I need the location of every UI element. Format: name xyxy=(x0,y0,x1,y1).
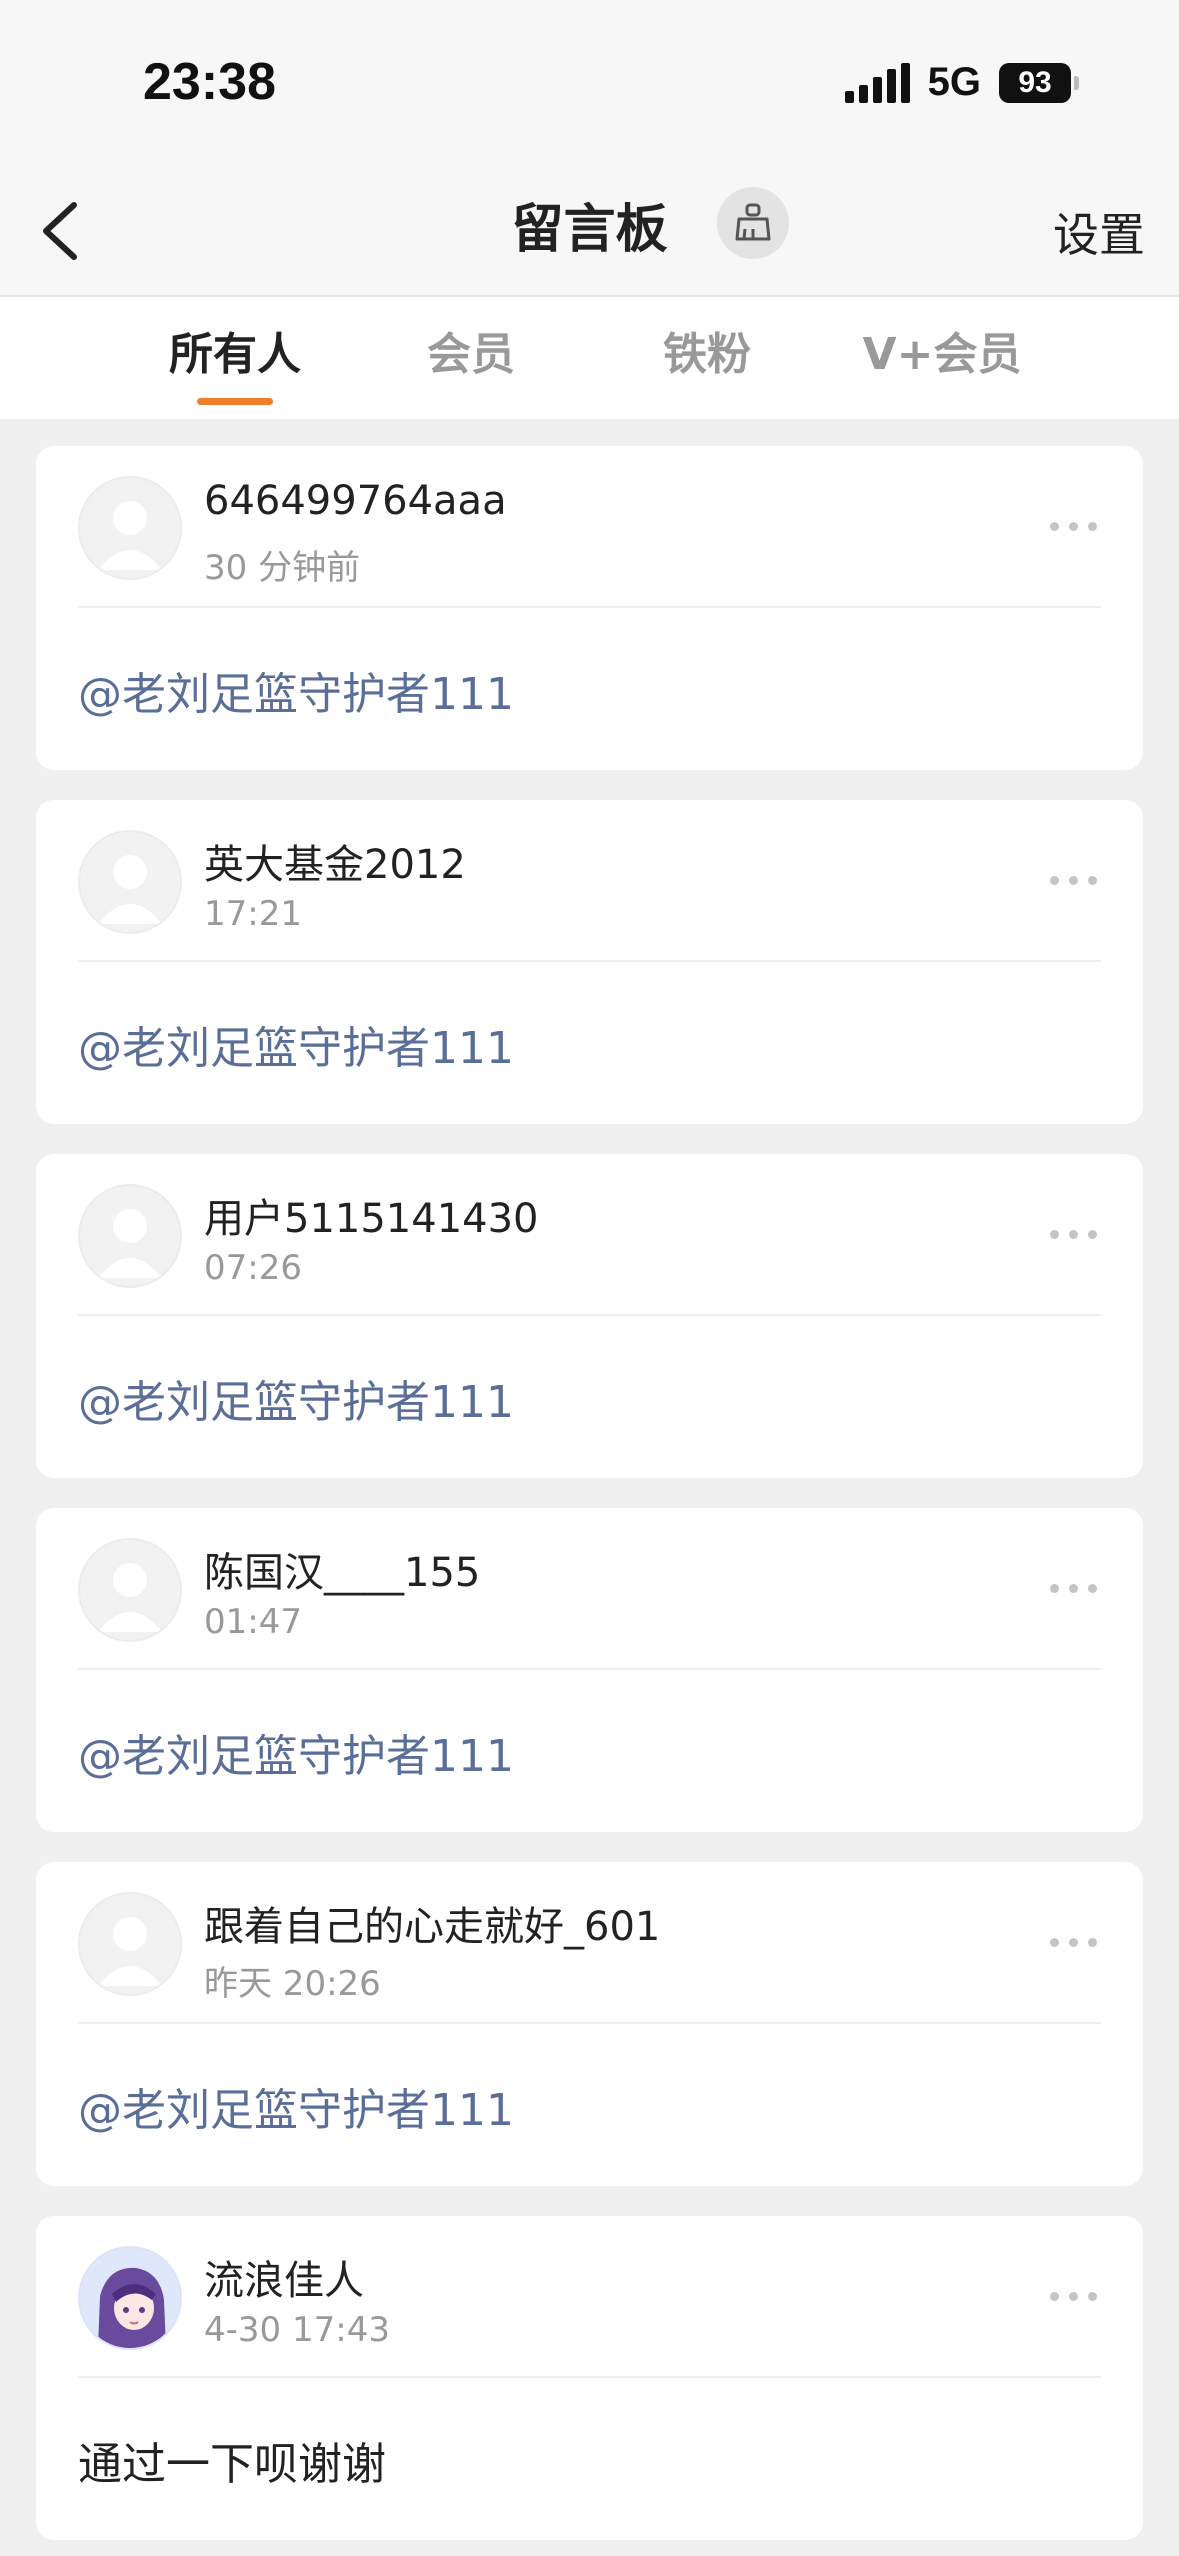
username[interactable]: 陈国汉____155 xyxy=(204,1540,480,1598)
timestamp: 昨天 20:26 xyxy=(204,1964,381,2004)
avatar[interactable] xyxy=(78,830,182,934)
more-options-button[interactable] xyxy=(1044,1932,1103,1953)
username[interactable]: 流浪佳人 xyxy=(204,2248,364,2306)
divider xyxy=(78,1668,1101,1670)
tab-fans[interactable]: 铁粉 xyxy=(607,327,807,383)
status-indicators: 5G 93 xyxy=(844,60,1079,105)
timestamp: 30 分钟前 xyxy=(204,548,361,588)
tab-members[interactable]: 会员 xyxy=(371,327,571,383)
username[interactable]: 646499764aaa xyxy=(204,478,507,524)
username[interactable]: 用户5115141430 xyxy=(204,1186,539,1244)
default-avatar-icon xyxy=(98,501,162,570)
username[interactable]: 跟着自己的心走就好_601 xyxy=(204,1894,660,1952)
divider xyxy=(78,2376,1101,2378)
more-options-button[interactable] xyxy=(1044,516,1103,537)
tab-vplus-members[interactable]: V+会员 xyxy=(842,327,1042,383)
divider xyxy=(78,2022,1101,2024)
more-options-button[interactable] xyxy=(1044,2286,1103,2307)
timestamp: 01:47 xyxy=(204,1602,302,1642)
default-avatar-icon xyxy=(98,1209,162,1278)
default-avatar-icon xyxy=(98,855,162,924)
more-options-button[interactable] xyxy=(1044,1578,1103,1599)
avatar[interactable] xyxy=(78,2246,182,2350)
message-mention-link[interactable]: @老刘足篮守护者111 xyxy=(78,2074,514,2138)
status-time: 23:38 xyxy=(143,53,276,111)
message-mention-link[interactable]: @老刘足篮守护者111 xyxy=(78,658,514,722)
anime-avatar-icon xyxy=(80,2248,180,2348)
message-card[interactable]: 用户5115141430 07:26 @老刘足篮守护者111 xyxy=(36,1154,1143,1478)
timestamp: 07:26 xyxy=(204,1248,302,1288)
clean-button[interactable] xyxy=(717,187,789,259)
message-card[interactable]: 英大基金2012 17:21 @老刘足篮守护者111 xyxy=(36,800,1143,1124)
avatar[interactable] xyxy=(78,1184,182,1288)
timestamp: 17:21 xyxy=(204,894,302,934)
tab-all[interactable]: 所有人 xyxy=(135,327,335,383)
page-title: 留言板 xyxy=(511,200,668,260)
broom-icon xyxy=(735,203,771,241)
battery-level: 93 xyxy=(999,62,1071,103)
status-bar: 23:38 5G 93 xyxy=(0,0,1179,170)
battery-icon: 93 xyxy=(999,62,1079,103)
message-text: 通过一下呗谢谢 xyxy=(78,2439,386,2490)
message-card[interactable]: 流浪佳人 4-30 17:43 通过一下呗谢谢 xyxy=(36,2216,1143,2540)
message-mention-link[interactable]: @老刘足篮守护者111 xyxy=(78,1720,514,1784)
more-options-button[interactable] xyxy=(1044,870,1103,891)
navigation-bar: 留言板 设置 xyxy=(0,170,1179,297)
avatar[interactable] xyxy=(78,1892,182,1996)
divider xyxy=(78,1314,1101,1316)
message-mention-link[interactable]: @老刘足篮守护者111 xyxy=(78,1366,514,1430)
timestamp: 4-30 17:43 xyxy=(204,2310,390,2350)
avatar[interactable] xyxy=(78,476,182,580)
message-card[interactable]: 跟着自己的心走就好_601 昨天 20:26 @老刘足篮守护者111 xyxy=(36,1862,1143,2186)
audience-tabs: 所有人 会员 铁粉 V+会员 xyxy=(0,297,1179,419)
avatar[interactable] xyxy=(78,1538,182,1642)
cellular-signal-icon xyxy=(844,62,910,103)
message-card[interactable]: 646499764aaa 30 分钟前 @老刘足篮守护者111 xyxy=(36,446,1143,770)
network-type: 5G xyxy=(927,60,981,104)
settings-button[interactable]: 设置 xyxy=(1053,200,1145,270)
message-mention-link[interactable]: @老刘足篮守护者111 xyxy=(78,1012,514,1076)
divider xyxy=(78,960,1101,962)
default-avatar-icon xyxy=(98,1917,162,1986)
divider xyxy=(78,606,1101,608)
message-card[interactable]: 陈国汉____155 01:47 @老刘足篮守护者111 xyxy=(36,1508,1143,1832)
default-avatar-icon xyxy=(98,1563,162,1632)
active-tab-indicator xyxy=(197,398,273,405)
username[interactable]: 英大基金2012 xyxy=(204,832,466,890)
more-options-button[interactable] xyxy=(1044,1224,1103,1245)
